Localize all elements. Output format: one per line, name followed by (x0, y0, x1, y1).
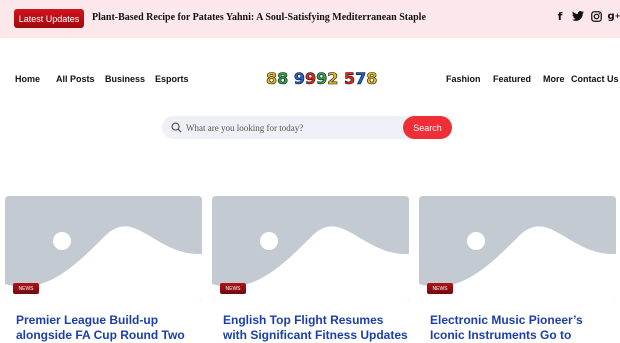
logo-digit: 8 (277, 69, 289, 89)
search-button[interactable]: Search (403, 116, 452, 139)
logo-digit: 8 (366, 69, 378, 89)
news-ticker-link[interactable]: Plant-Based Recipe for Patates Yahni: A … (92, 12, 426, 23)
search-bar: Search (162, 116, 452, 139)
search-input[interactable] (186, 116, 396, 139)
nav-home[interactable]: Home (15, 74, 40, 84)
nav-more[interactable]: More (543, 74, 565, 84)
logo-digit: 5 (344, 69, 356, 89)
twitter-icon[interactable] (572, 9, 584, 23)
nav-all-posts[interactable]: All Posts (56, 74, 95, 84)
nav-business[interactable]: Business (105, 74, 145, 84)
logo-digit: 8 (266, 69, 278, 89)
logo-digit: 9 (316, 69, 328, 89)
post-title[interactable]: Electronic Music Pioneer’s Iconic Instru… (430, 313, 615, 343)
logo-digit: 9 (305, 69, 317, 89)
post-card[interactable]: NEWS Premier League Build-up alongside F… (5, 196, 202, 343)
category-badge[interactable]: NEWS (427, 283, 453, 294)
instagram-icon[interactable] (590, 9, 602, 23)
site-logo[interactable]: 88 9992 578 (266, 69, 378, 89)
top-bar: Latest Updates Plant-Based Recipe for Pa… (0, 0, 620, 38)
post-title[interactable]: English Top Flight Resumes with Signific… (223, 313, 408, 343)
category-badge[interactable]: NEWS (13, 283, 39, 294)
post-card[interactable]: NEWS Electronic Music Pioneer’s Iconic I… (419, 196, 616, 343)
nav-contact-us[interactable]: Contact Us (571, 74, 619, 84)
logo-digit: 7 (355, 69, 367, 89)
logo-digit: 2 (327, 69, 339, 89)
post-card[interactable]: NEWS English Top Flight Resumes with Sig… (212, 196, 409, 343)
post-title[interactable]: Premier League Build-up alongside FA Cup… (16, 313, 201, 343)
facebook-icon[interactable]: f (554, 9, 566, 23)
category-badge[interactable]: NEWS (220, 283, 246, 294)
nav-featured[interactable]: Featured (493, 74, 531, 84)
nav-esports[interactable]: Esports (155, 74, 189, 84)
logo-digit: 9 (293, 69, 306, 89)
latest-updates-button[interactable]: Latest Updates (14, 9, 84, 28)
nav-fashion[interactable]: Fashion (446, 74, 481, 84)
social-links: f g + (554, 9, 620, 23)
search-icon (171, 122, 182, 133)
google-plus-icon[interactable]: g + (607, 9, 620, 23)
